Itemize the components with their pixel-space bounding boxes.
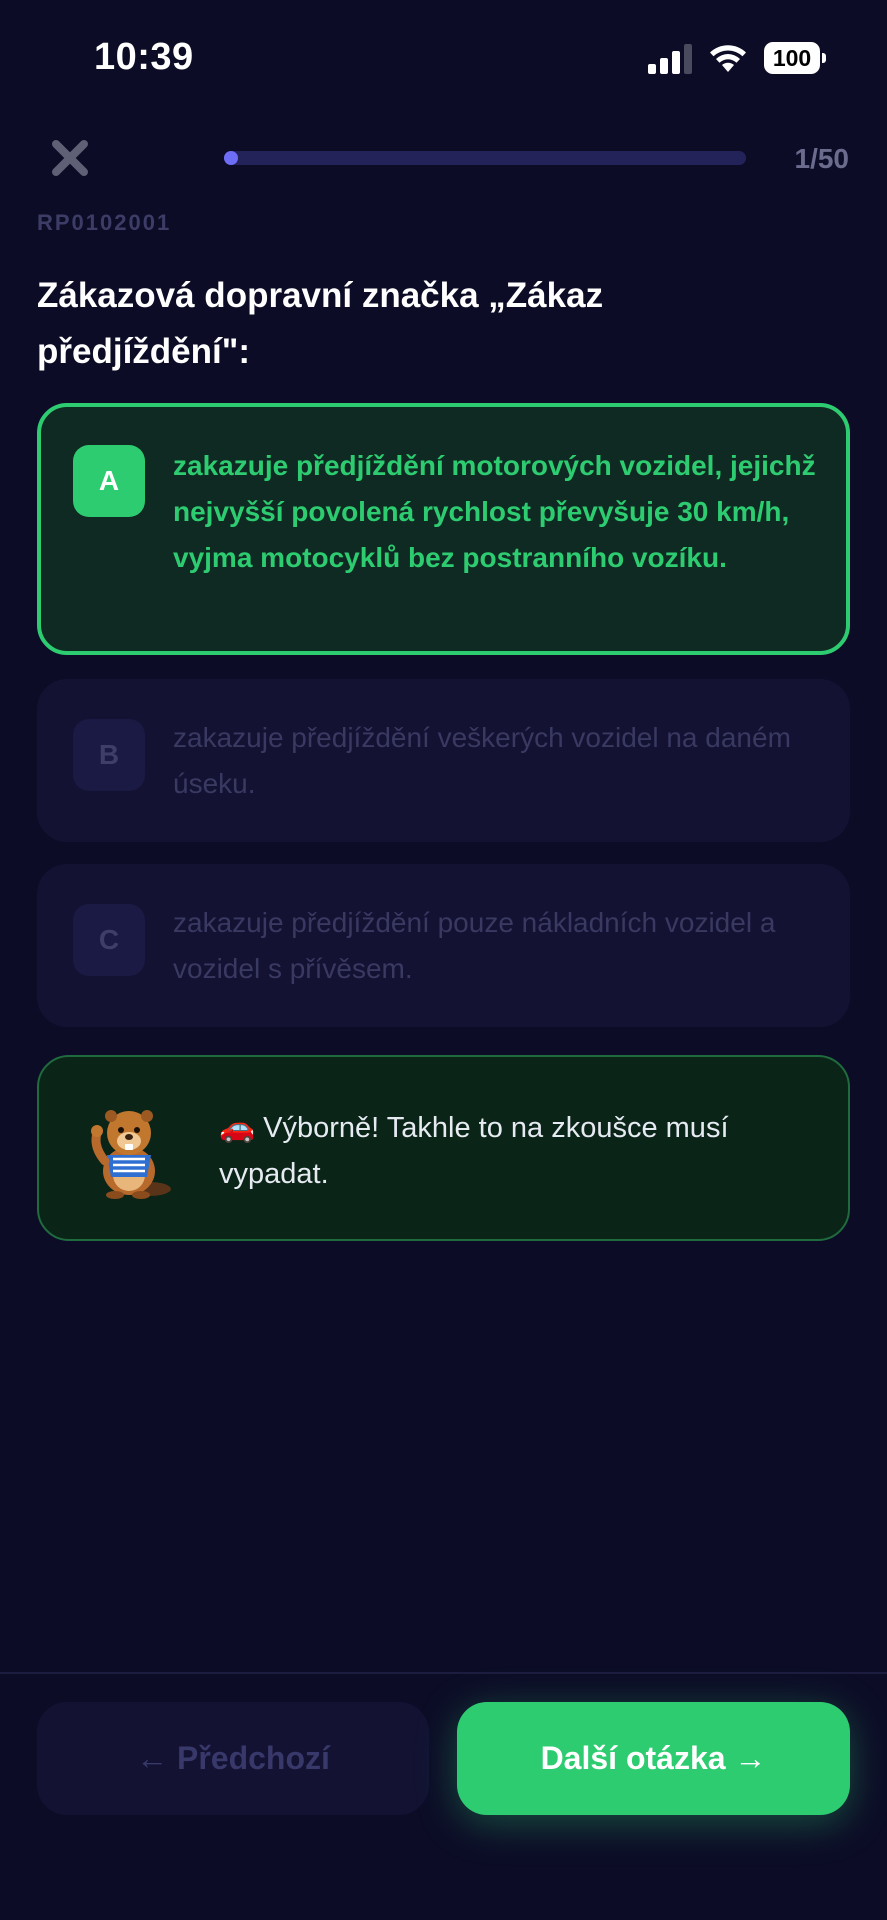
- feedback-message: 🚗 Výborně! Takhle to na zkoušce musí vyp…: [219, 1112, 729, 1190]
- question-text: Zákazová dopravní značka „Zákaz předjížd…: [37, 276, 604, 371]
- answer-option-c[interactable]: C zakazuje předjíždění pouze nákladních …: [37, 864, 850, 1027]
- feedback-card: 🚗 Výborně! Takhle to na zkoušce musí vyp…: [37, 1055, 850, 1241]
- answer-option-a[interactable]: A zakazuje předjíždění motorových vozide…: [37, 403, 850, 655]
- answer-text: zakazuje předjíždění veškerých vozidel n…: [173, 722, 791, 799]
- battery-level: 100: [764, 42, 820, 74]
- answer-text: zakazuje předjíždění pouze nákladních vo…: [173, 907, 776, 984]
- question-id: RP0102001: [37, 210, 172, 235]
- next-question-button[interactable]: Další otázka →: [457, 1702, 850, 1815]
- question-counter: 1/50: [794, 143, 850, 174]
- wifi-icon: [710, 45, 746, 72]
- status-bar: 10:39 100: [0, 0, 887, 110]
- close-icon[interactable]: [50, 138, 90, 178]
- progress-bar: [224, 151, 746, 165]
- battery-icon: 100: [764, 42, 826, 74]
- progress-fill: [224, 151, 238, 165]
- bottom-divider: [0, 1672, 887, 1674]
- answer-option-b[interactable]: B zakazuje předjíždění veškerých vozidel…: [37, 679, 850, 842]
- answer-text: zakazuje předjíždění motorových vozidel,…: [173, 450, 816, 573]
- previous-button[interactable]: ← Předchozí: [37, 1702, 429, 1815]
- answer-letter-badge: C: [73, 904, 145, 976]
- quiz-screen: 10:39 100 1/50 RP0102001 Zákazová doprav…: [0, 0, 887, 1920]
- cellular-signal-icon: [648, 44, 692, 74]
- answer-letter-badge: A: [73, 445, 145, 517]
- answer-letter-badge: B: [73, 719, 145, 791]
- beaver-mascot-icon: [91, 1110, 171, 1199]
- status-time: 10:39: [94, 36, 194, 78]
